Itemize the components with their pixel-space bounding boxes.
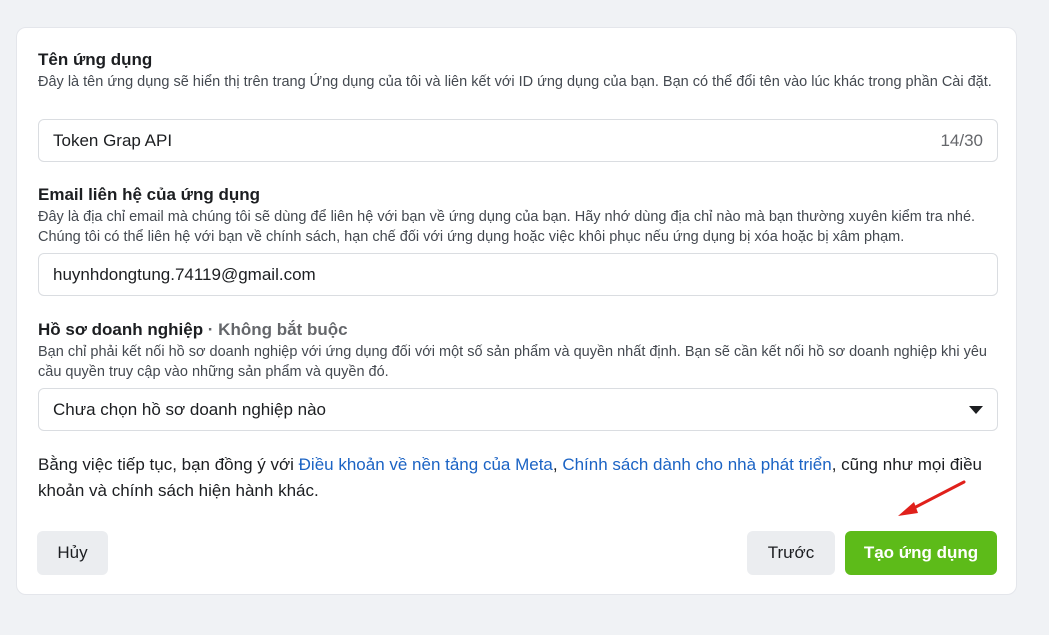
business-profile-description: Bạn chỉ phải kết nối hồ sơ doanh nghiệp … (38, 344, 987, 380)
contact-email-value: huynhdongtung.74119@gmail.com (53, 264, 316, 284)
business-profile-label: Hồ sơ doanh nghiệp · Không bắt buộc (38, 320, 998, 340)
business-profile-select[interactable]: Chưa chọn hồ sơ doanh nghiệp nào (38, 388, 998, 431)
developer-policy-link[interactable]: Chính sách dành cho nhà phát triển (562, 455, 831, 474)
cancel-button[interactable]: Hủy (37, 531, 108, 575)
create-app-card: Tên ứng dụng Đây là tên ứng dụng sẽ hiển… (16, 27, 1017, 595)
contact-email-description: Đây là địa chỉ email mà chúng tôi sẽ dùn… (38, 209, 976, 245)
red-arrow-icon (898, 480, 966, 516)
contact-email-section: Email liên hệ của ứng dụng Đây là địa ch… (38, 185, 998, 247)
app-name-description: Đây là tên ứng dụng sẽ hiển thị trên tra… (38, 74, 992, 90)
app-name-char-counter: 14/30 (940, 130, 983, 150)
app-name-section: Tên ứng dụng Đây là tên ứng dụng sẽ hiển… (38, 50, 998, 92)
platform-terms-link[interactable]: Điều khoản về nền tảng của Meta (299, 455, 553, 474)
app-name-value: Token Grap API (53, 130, 173, 150)
contact-email-input[interactable]: huynhdongtung.74119@gmail.com (38, 253, 998, 296)
consent-separator: , (552, 455, 563, 474)
business-profile-label-text: Hồ sơ doanh nghiệp (38, 320, 204, 339)
contact-email-label: Email liên hệ của ứng dụng (38, 185, 261, 204)
app-name-label: Tên ứng dụng (38, 50, 153, 69)
business-profile-section: Hồ sơ doanh nghiệp · Không bắt buộc Bạn … (38, 320, 998, 382)
app-name-input[interactable]: Token Grap API 14/30 (38, 119, 998, 162)
caret-down-icon (969, 405, 983, 414)
create-app-button[interactable]: Tạo ứng dụng (845, 531, 997, 575)
consent-prefix: Bằng việc tiếp tục, bạn đồng ý với (38, 455, 299, 474)
optional-tag: · Không bắt buộc (203, 320, 348, 339)
previous-button[interactable]: Trước (747, 531, 835, 575)
business-profile-selected: Chưa chọn hồ sơ doanh nghiệp nào (53, 399, 327, 419)
consent-text: Bằng việc tiếp tục, bạn đồng ý với Điều … (38, 452, 1008, 504)
